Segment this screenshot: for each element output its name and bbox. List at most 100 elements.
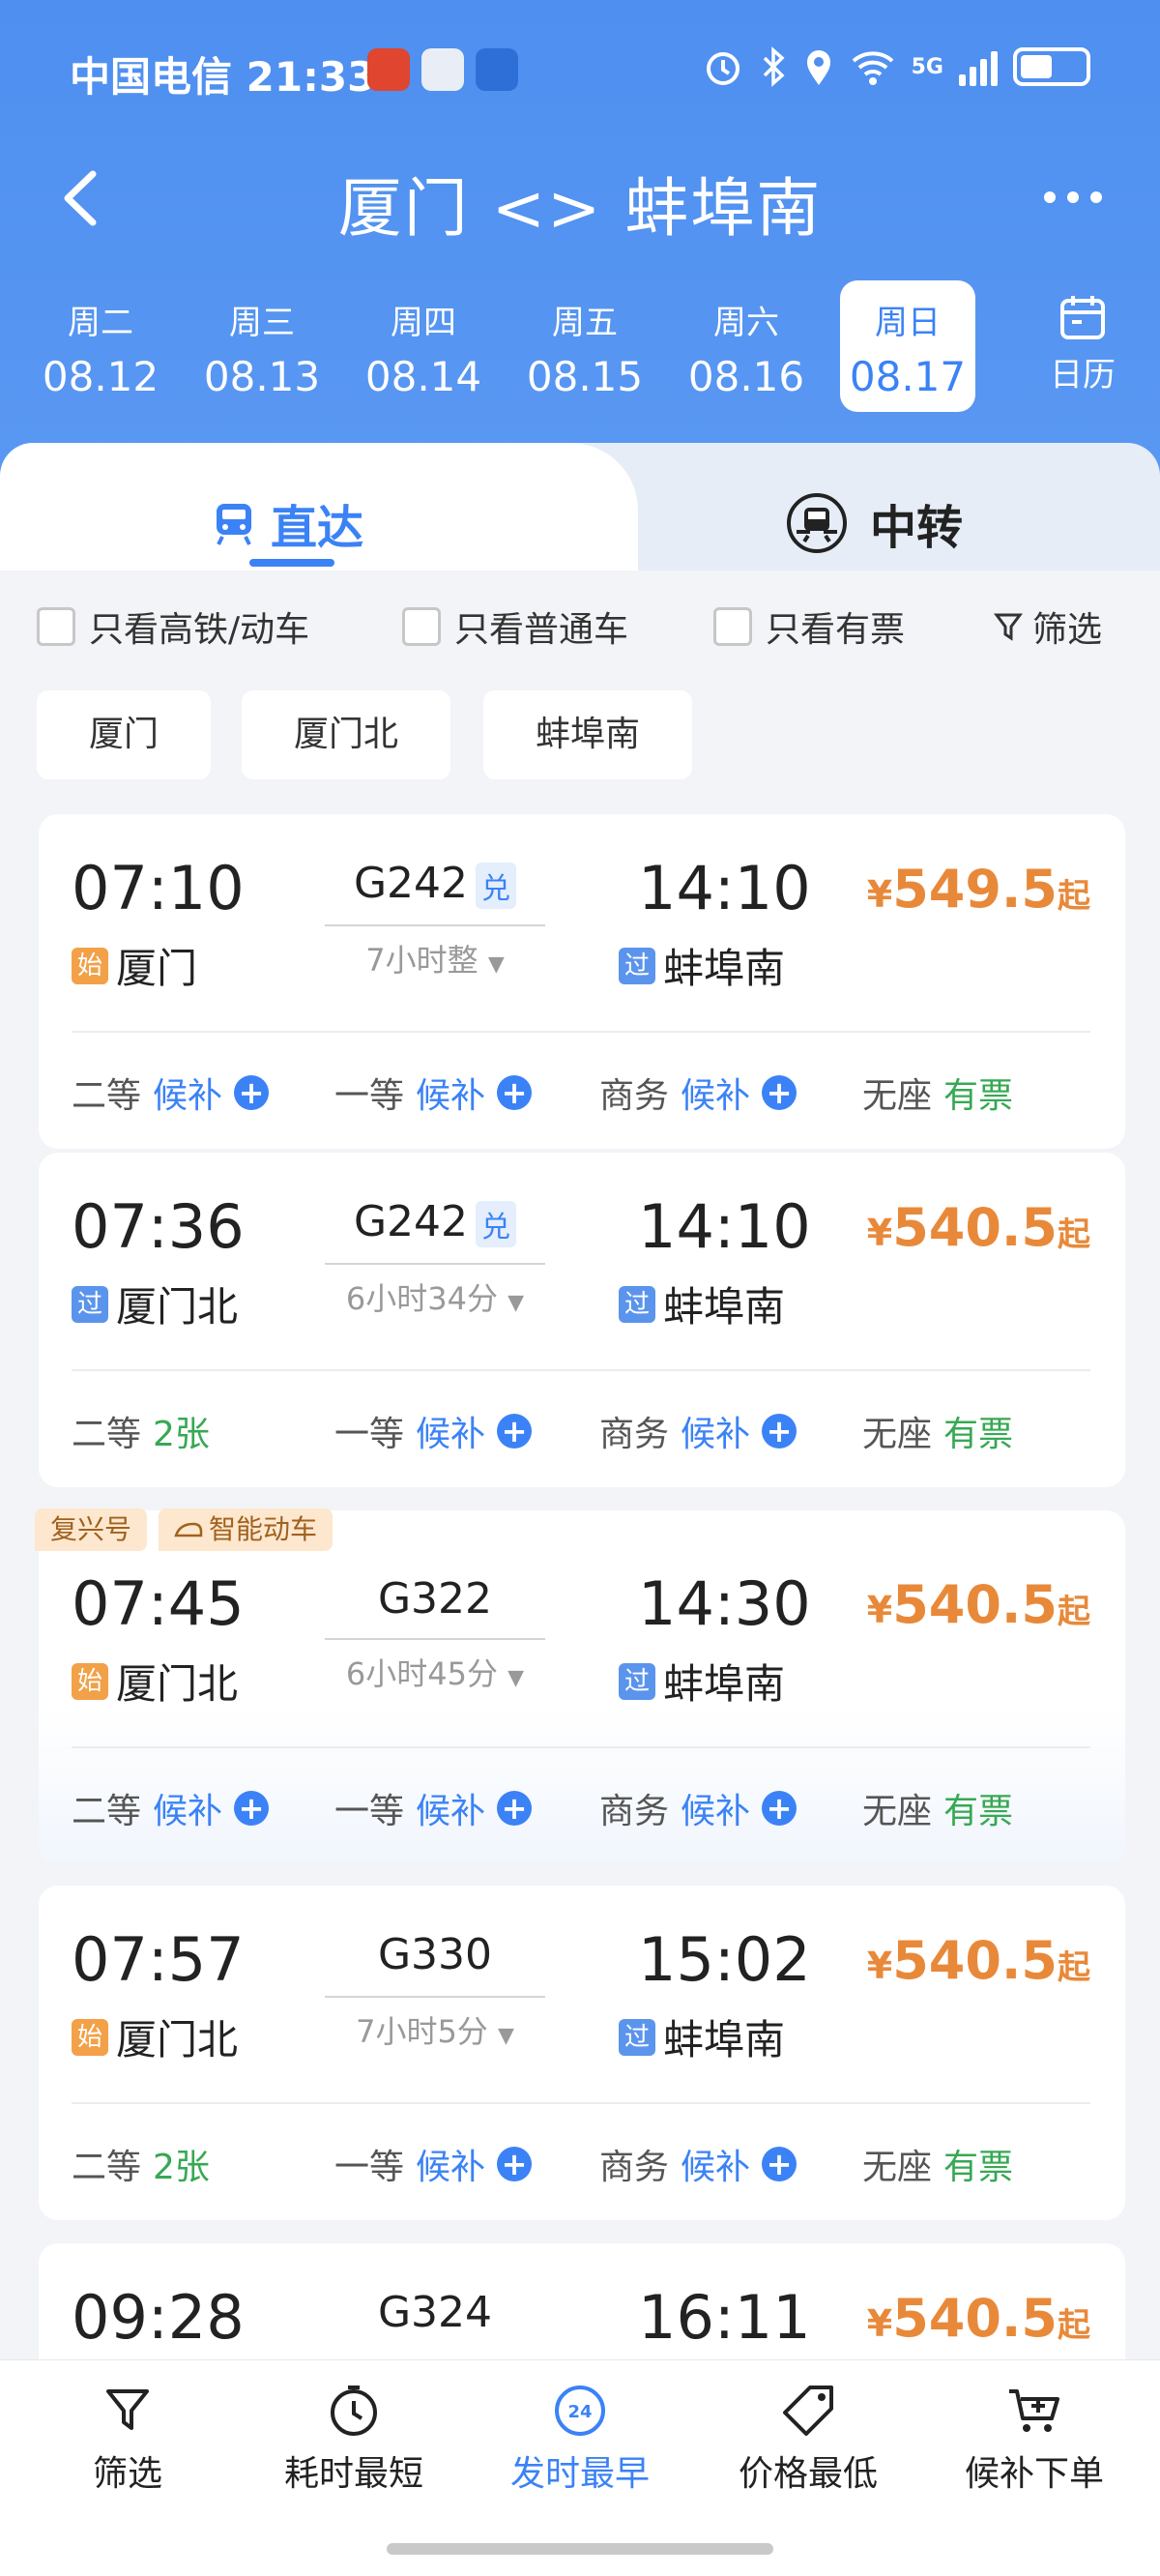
price-suffix: 起 — [1058, 2306, 1090, 2345]
date-tab-0813[interactable]: 周三 08.13 — [194, 280, 330, 412]
sort-filter-button[interactable]: 筛选 — [31, 2384, 224, 2496]
seat-no-seat[interactable]: 无座 有票 — [862, 1406, 1013, 1456]
seat-first-class[interactable]: 一等 候补 + — [334, 1783, 533, 1833]
duration[interactable]: 7小时整 ▼ — [325, 936, 545, 981]
seat-status: 候补 — [681, 1415, 751, 1454]
exchange-badge: 兑 — [476, 863, 517, 909]
train-card[interactable]: 07:10 G242 兑 7小时整 ▼ 14:10 ¥549.5起 始 厦门 过 … — [39, 814, 1125, 1149]
seat-business[interactable]: 商务 候补 + — [599, 1068, 798, 1118]
seat-second-class[interactable]: 二等 2张 — [72, 2139, 210, 2189]
seat-class: 二等 — [72, 1415, 142, 1454]
sort-cheapest-button[interactable]: 价格最低 — [711, 2384, 905, 2496]
destination-name: 蚌埠南 — [663, 945, 786, 992]
currency-symbol: ¥ — [866, 1589, 893, 1631]
seat-status: 候补 — [416, 1415, 486, 1454]
train-card[interactable]: 07:36 G242 兑 6小时34分 ▼ 14:10 ¥540.5起 过 厦门北… — [39, 1153, 1125, 1487]
price-value: 540.5 — [892, 1574, 1058, 1635]
more-menu-icon[interactable] — [1044, 191, 1102, 203]
seat-second-class[interactable]: 二等 候补 + — [72, 1068, 270, 1118]
seat-business[interactable]: 商务 候补 + — [599, 1406, 798, 1456]
seat-first-class[interactable]: 一等 候补 + — [334, 1406, 533, 1456]
train-number: G242 兑 — [329, 1197, 541, 1247]
checkbox-box[interactable] — [713, 607, 752, 646]
pass-tag: 过 — [619, 947, 655, 984]
plus-icon: + — [762, 1075, 798, 1110]
plus-icon: + — [762, 1414, 798, 1449]
seat-class: 一等 — [334, 2148, 405, 2187]
train-card[interactable]: 07:45 G322 6小时45分 ▼ 14:30 ¥540.5起 始 厦门北 … — [39, 1510, 1125, 1864]
seat-no-seat[interactable]: 无座 有票 — [862, 2139, 1013, 2189]
price-suffix: 起 — [1058, 1593, 1090, 1631]
seat-no-seat[interactable]: 无座 有票 — [862, 1783, 1013, 1833]
plus-icon: + — [234, 1791, 270, 1826]
station-chip-xiamenbei[interactable]: 厦门北 — [242, 690, 450, 779]
chevron-down-icon: ▼ — [508, 1666, 525, 1690]
date-tab-0817-selected[interactable]: 周日 08.17 — [840, 280, 975, 412]
seat-first-class[interactable]: 一等 候补 + — [334, 2139, 533, 2189]
sort-label: 价格最低 — [738, 2454, 878, 2494]
train-number-text: G322 — [377, 1574, 493, 1624]
sort-shortest-button[interactable]: 耗时最短 — [257, 2384, 450, 2496]
date-tab-0812[interactable]: 周二 08.12 — [33, 280, 168, 412]
checkbox-available-only[interactable]: 只看有票 — [713, 601, 905, 652]
waitlist-order-button[interactable]: 候补下单 — [938, 2384, 1131, 2496]
seat-class: 一等 — [334, 1792, 405, 1831]
destination-station: 过 蚌埠南 — [619, 1274, 785, 1333]
train-card[interactable]: 07:57 G330 7小时5分 ▼ 15:02 ¥540.5起 始 厦门北 过… — [39, 1886, 1125, 2220]
app-notification-icon — [367, 48, 410, 91]
sort-label: 发时最早 — [509, 2454, 650, 2494]
date-week: 周四 — [391, 304, 456, 342]
duration[interactable]: 6小时45分 ▼ — [325, 1650, 545, 1694]
station-chip-bengbunan[interactable]: 蚌埠南 — [483, 690, 692, 779]
calendar-button[interactable]: 日历 — [1025, 292, 1141, 395]
checkbox-normal-train[interactable]: 只看普通车 — [402, 601, 628, 652]
origin-station: 始 厦门 — [72, 936, 197, 995]
seat-business[interactable]: 商务 候补 + — [599, 2139, 798, 2189]
seat-status: 2张 — [153, 2148, 210, 2187]
origin-name: 厦门北 — [116, 1283, 239, 1331]
duration[interactable]: 7小时5分 ▼ — [325, 2007, 545, 2052]
chevron-down-icon: ▼ — [508, 1291, 525, 1315]
seat-no-seat[interactable]: 无座 有票 — [862, 1068, 1013, 1118]
date-value: 08.14 — [364, 353, 482, 400]
tab-transfer[interactable]: 中转 — [785, 489, 963, 557]
transfer-icon — [787, 493, 847, 553]
duration[interactable]: 6小时34分 ▼ — [325, 1274, 545, 1319]
seat-second-class[interactable]: 二等 候补 + — [72, 1783, 270, 1833]
checkbox-high-speed[interactable]: 只看高铁/动车 — [37, 601, 309, 652]
tab-transfer-label: 中转 — [870, 501, 964, 555]
origin-station: 过 厦门北 — [72, 1274, 238, 1333]
origin-station: 始 厦门北 — [72, 2007, 238, 2066]
filter-label: 筛选 — [1031, 610, 1102, 650]
tab-direct[interactable]: 直达 — [213, 489, 363, 557]
sort-earliest-button[interactable]: 24 发时最早 — [483, 2384, 677, 2496]
checkbox-box[interactable] — [402, 607, 441, 646]
date-value: 08.16 — [687, 353, 805, 400]
filter-button[interactable]: 筛选 — [993, 601, 1102, 652]
price: ¥540.5起 — [867, 2288, 1090, 2349]
location-icon — [806, 50, 830, 85]
seat-first-class[interactable]: 一等 候补 + — [334, 1068, 533, 1118]
price-value: 540.5 — [892, 1197, 1058, 1258]
seat-second-class[interactable]: 二等 2张 — [72, 1406, 210, 1456]
seat-class: 无座 — [862, 2148, 933, 2187]
arrival-time: 16:11 — [638, 2282, 811, 2353]
date-tab-0815[interactable]: 周五 08.15 — [517, 280, 652, 412]
date-week: 周二 — [68, 304, 133, 342]
price: ¥540.5起 — [867, 1574, 1090, 1635]
train-number: G324 — [329, 2288, 541, 2337]
duration-line — [325, 924, 545, 926]
date-tab-0816[interactable]: 周六 08.16 — [679, 280, 814, 412]
seat-business[interactable]: 商务 候补 + — [599, 1783, 798, 1833]
start-tag: 始 — [72, 2018, 108, 2056]
plus-icon: + — [234, 1075, 270, 1110]
start-tag: 始 — [72, 947, 108, 984]
signal-icon — [959, 47, 998, 86]
date-tab-0814[interactable]: 周四 08.14 — [356, 280, 491, 412]
station-chip-xiamen[interactable]: 厦门 — [37, 690, 211, 779]
home-indicator[interactable] — [387, 2543, 773, 2555]
checkbox-box[interactable] — [37, 607, 75, 646]
pass-tag: 过 — [72, 1285, 108, 1323]
date-week: 周六 — [713, 304, 779, 342]
chat-notification-icon — [421, 48, 464, 91]
